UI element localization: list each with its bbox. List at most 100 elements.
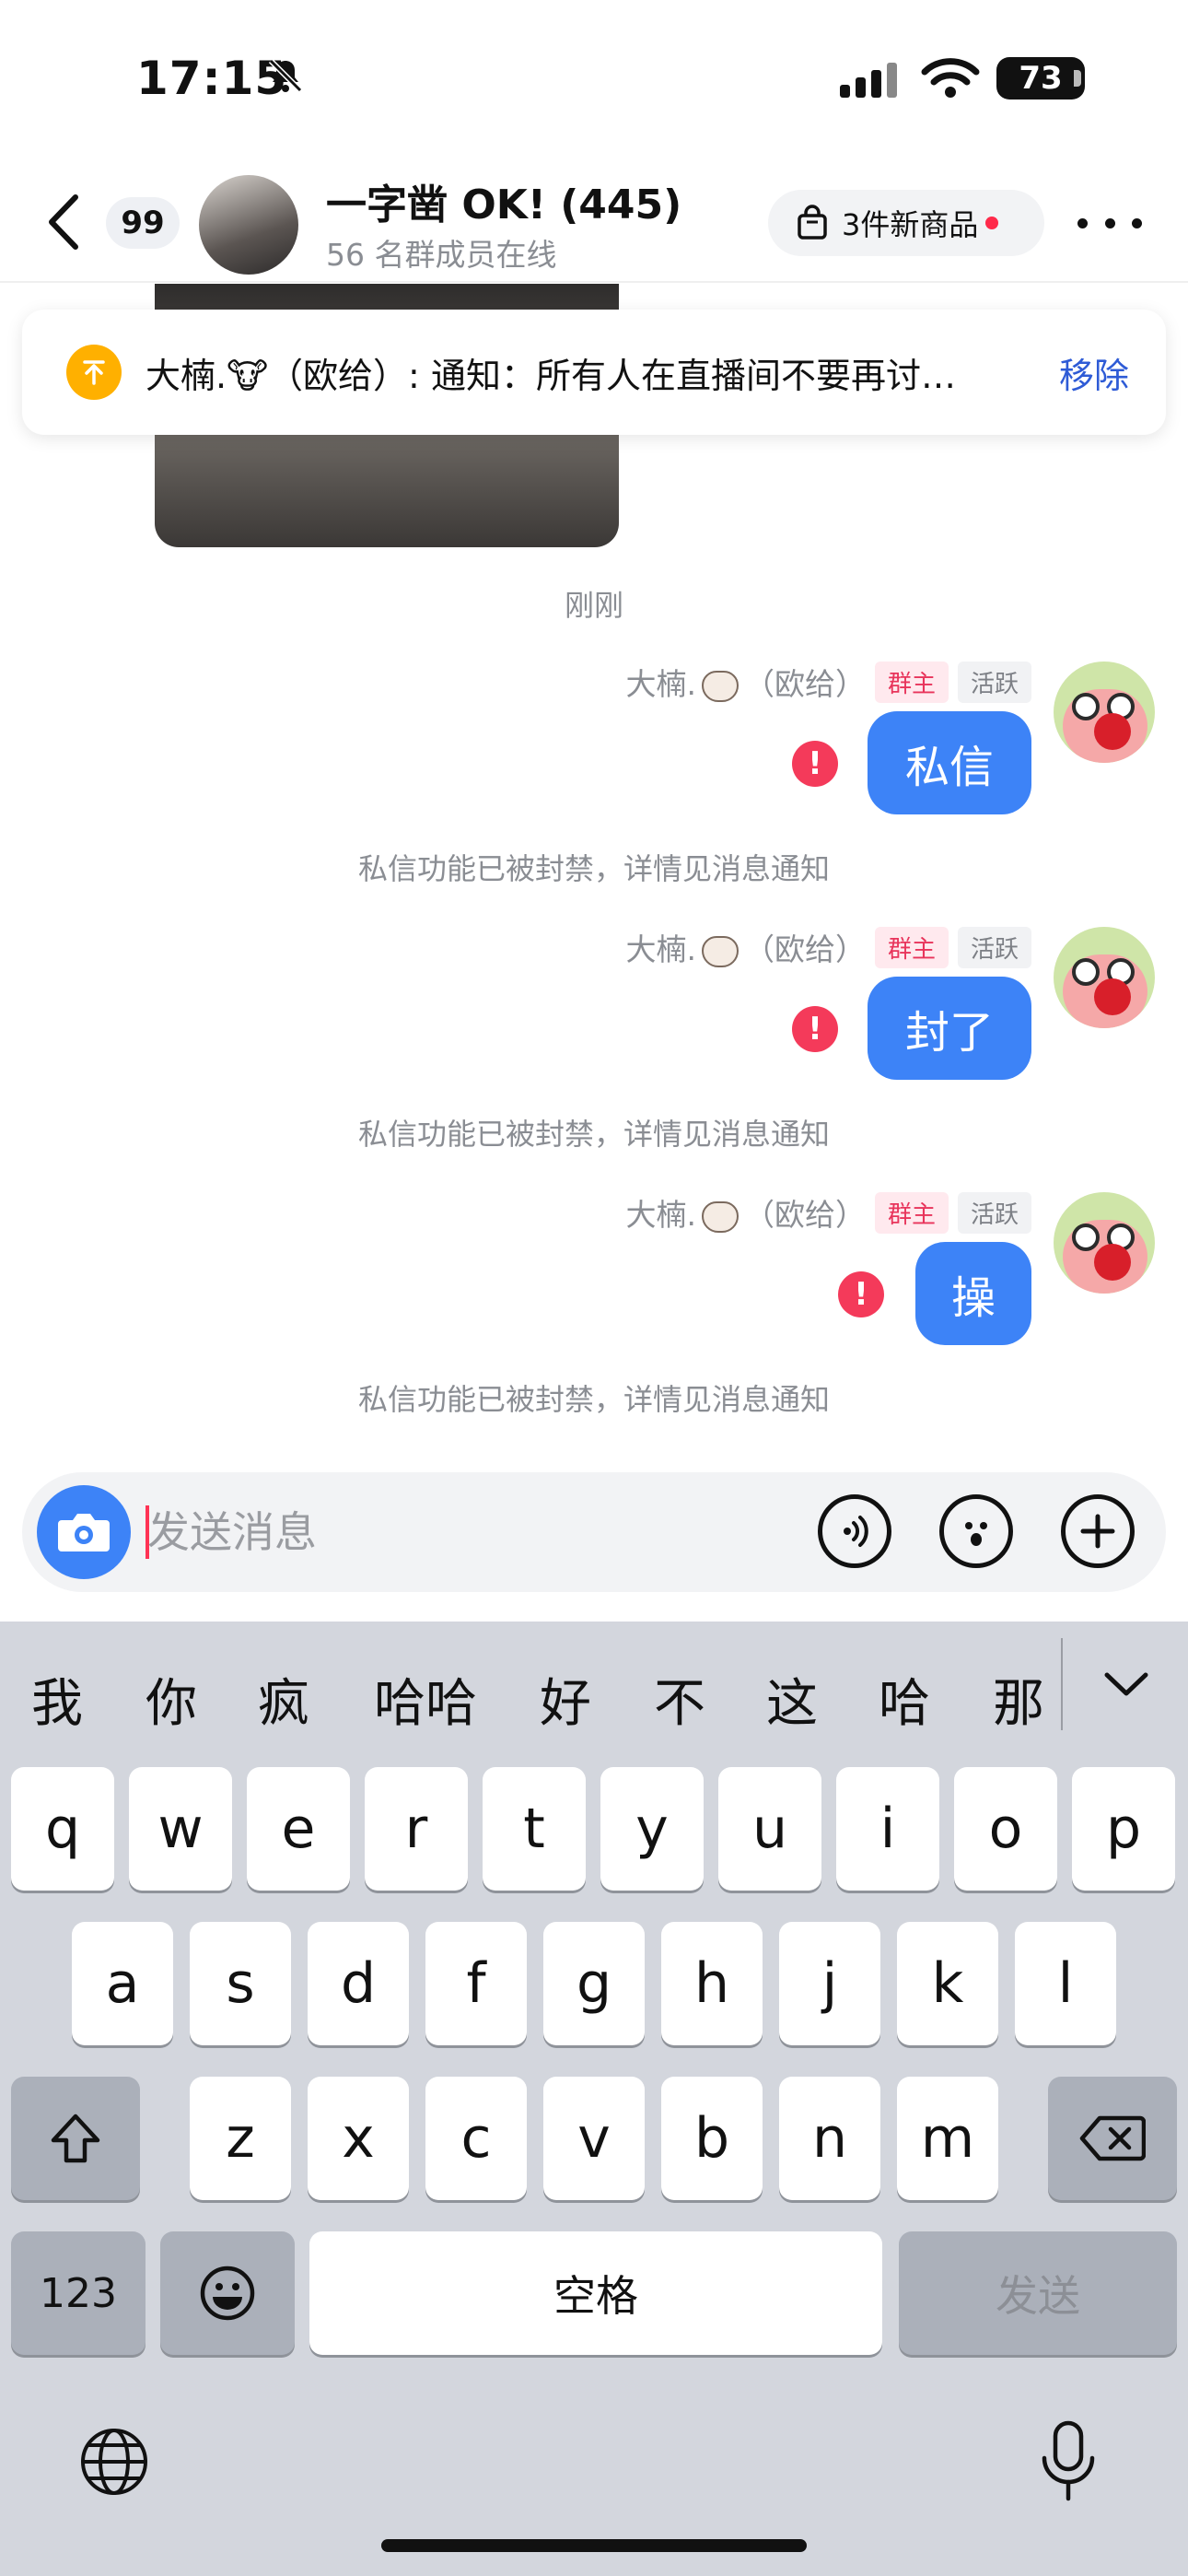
text-cursor: [146, 1505, 149, 1559]
sender-row: 大楠. （欧给） 群主 活跃: [625, 925, 1031, 969]
remove-pin-button[interactable]: 移除: [1059, 347, 1129, 398]
key-z[interactable]: z: [190, 2077, 291, 2200]
key-h[interactable]: h: [661, 1922, 763, 2045]
emoji-key[interactable]: [160, 2231, 295, 2355]
back-button[interactable]: [41, 190, 87, 254]
more-dot: [1132, 217, 1142, 228]
delete-key[interactable]: [1048, 2077, 1177, 2200]
active-badge: 活跃: [957, 661, 1031, 703]
battery-cap: [1074, 70, 1081, 87]
unread-count-badge: 99: [106, 197, 180, 249]
key-w[interactable]: w: [129, 1767, 232, 1891]
pinned-notice[interactable]: 大楠.🐮（欧给）: 通知：所有人在直播间不要再讨… 移除: [22, 310, 1166, 435]
key-m[interactable]: m: [897, 2077, 998, 2200]
send-failed-icon[interactable]: !: [792, 741, 838, 787]
backspace-icon: [1079, 2115, 1146, 2161]
avatar-nose: [1094, 1244, 1131, 1281]
shopping-bag-icon: [798, 205, 827, 240]
key-f[interactable]: f: [425, 1922, 527, 2045]
key-j[interactable]: j: [779, 1922, 880, 2045]
system-notice: 私信功能已被封禁，详情见消息通知: [357, 1382, 830, 1417]
cellular-signal-icon: [840, 63, 897, 98]
key-u[interactable]: u: [718, 1767, 821, 1891]
key-a[interactable]: a: [72, 1922, 173, 2045]
group-avatar[interactable]: [199, 175, 298, 275]
key-n[interactable]: n: [779, 2077, 880, 2200]
avatar-nose: [1094, 978, 1131, 1015]
system-notice: 私信功能已被封禁，详情见消息通知: [357, 1117, 830, 1152]
key-k[interactable]: k: [897, 1922, 998, 2045]
plus-icon: [1080, 1514, 1115, 1549]
candidate-word[interactable]: 好: [536, 1662, 595, 1737]
key-l[interactable]: l: [1015, 1922, 1116, 2045]
message-bubble[interactable]: 操: [915, 1242, 1031, 1345]
add-more-button[interactable]: [1061, 1494, 1135, 1568]
globe-icon[interactable]: [77, 2425, 151, 2499]
candidate-word[interactable]: 不: [650, 1662, 709, 1737]
key-b[interactable]: b: [661, 2077, 763, 2200]
key-x[interactable]: x: [308, 2077, 409, 2200]
key-s[interactable]: s: [190, 1922, 291, 2045]
key-c[interactable]: c: [425, 2077, 527, 2200]
message-bubble[interactable]: 封了: [868, 977, 1031, 1080]
more-dot: [1077, 217, 1088, 228]
owner-badge: 群主: [874, 661, 949, 703]
key-r[interactable]: r: [365, 1767, 468, 1891]
key-e[interactable]: e: [247, 1767, 350, 1891]
online-members-count: 56 名群成员在线: [326, 237, 557, 273]
candidate-word[interactable]: 哈哈: [368, 1662, 483, 1737]
camera-button[interactable]: [37, 1485, 131, 1579]
user-avatar[interactable]: [1054, 662, 1155, 763]
message-bubble[interactable]: 私信: [868, 711, 1031, 814]
send-failed-icon[interactable]: !: [792, 1006, 838, 1052]
send-failed-icon[interactable]: !: [838, 1271, 884, 1317]
group-title[interactable]: 一字凿 OK! (445): [326, 171, 681, 230]
key-g[interactable]: g: [543, 1922, 645, 2045]
space-key[interactable]: 空格: [309, 2231, 882, 2355]
sender-name: 大楠. （欧给）: [625, 1197, 866, 1233]
pin-top-icon: [66, 345, 122, 400]
message-input[interactable]: [147, 1502, 792, 1563]
key-d[interactable]: d: [308, 1922, 409, 2045]
status-time: 17:15: [136, 52, 288, 105]
chevron-down-icon[interactable]: [1101, 1668, 1151, 1701]
candidate-word[interactable]: 哈: [875, 1662, 934, 1737]
candidate-word[interactable]: 你: [142, 1662, 201, 1737]
wifi-icon: [921, 58, 980, 98]
more-options-button[interactable]: [1077, 205, 1142, 241]
voice-wave-icon: [844, 1516, 868, 1547]
key-o[interactable]: o: [954, 1767, 1057, 1891]
key-q[interactable]: q: [11, 1767, 114, 1891]
header-divider: [0, 281, 1188, 283]
key-v[interactable]: v: [543, 2077, 645, 2200]
candidate-word[interactable]: 那: [989, 1662, 1048, 1737]
key-y[interactable]: y: [600, 1767, 704, 1891]
home-indicator[interactable]: [381, 2539, 807, 2552]
candidate-divider: [1061, 1638, 1063, 1730]
numbers-key[interactable]: 123: [11, 2231, 146, 2355]
microphone-icon[interactable]: [1033, 2418, 1103, 2506]
owner-badge: 群主: [874, 926, 949, 968]
voice-input-button[interactable]: [818, 1494, 891, 1568]
candidate-word[interactable]: 这: [763, 1662, 821, 1737]
sender-row: 大楠. （欧给） 群主 活跃: [625, 660, 1031, 704]
candidate-word[interactable]: 疯: [254, 1662, 313, 1737]
owner-badge: 群主: [874, 1191, 949, 1234]
avatar-nose: [1094, 713, 1131, 750]
bell-muted-icon: [268, 58, 303, 93]
avatar-eye: [1072, 693, 1100, 720]
candidate-word[interactable]: 我: [28, 1662, 87, 1737]
key-i[interactable]: i: [836, 1767, 939, 1891]
new-goods-label: 3件新商品: [842, 207, 979, 242]
send-key[interactable]: 发送: [899, 2231, 1177, 2355]
key-t[interactable]: t: [483, 1767, 586, 1891]
shift-key[interactable]: [11, 2077, 140, 2200]
key-p[interactable]: p: [1072, 1767, 1175, 1891]
avatar-eye: [1072, 1224, 1100, 1251]
user-avatar[interactable]: [1054, 927, 1155, 1028]
active-badge: 活跃: [957, 1191, 1031, 1234]
new-goods-button[interactable]: 3件新商品: [768, 190, 1044, 256]
user-avatar[interactable]: [1054, 1192, 1155, 1294]
cow-emoji-icon: [701, 1200, 739, 1233]
emoji-button[interactable]: [939, 1494, 1013, 1568]
